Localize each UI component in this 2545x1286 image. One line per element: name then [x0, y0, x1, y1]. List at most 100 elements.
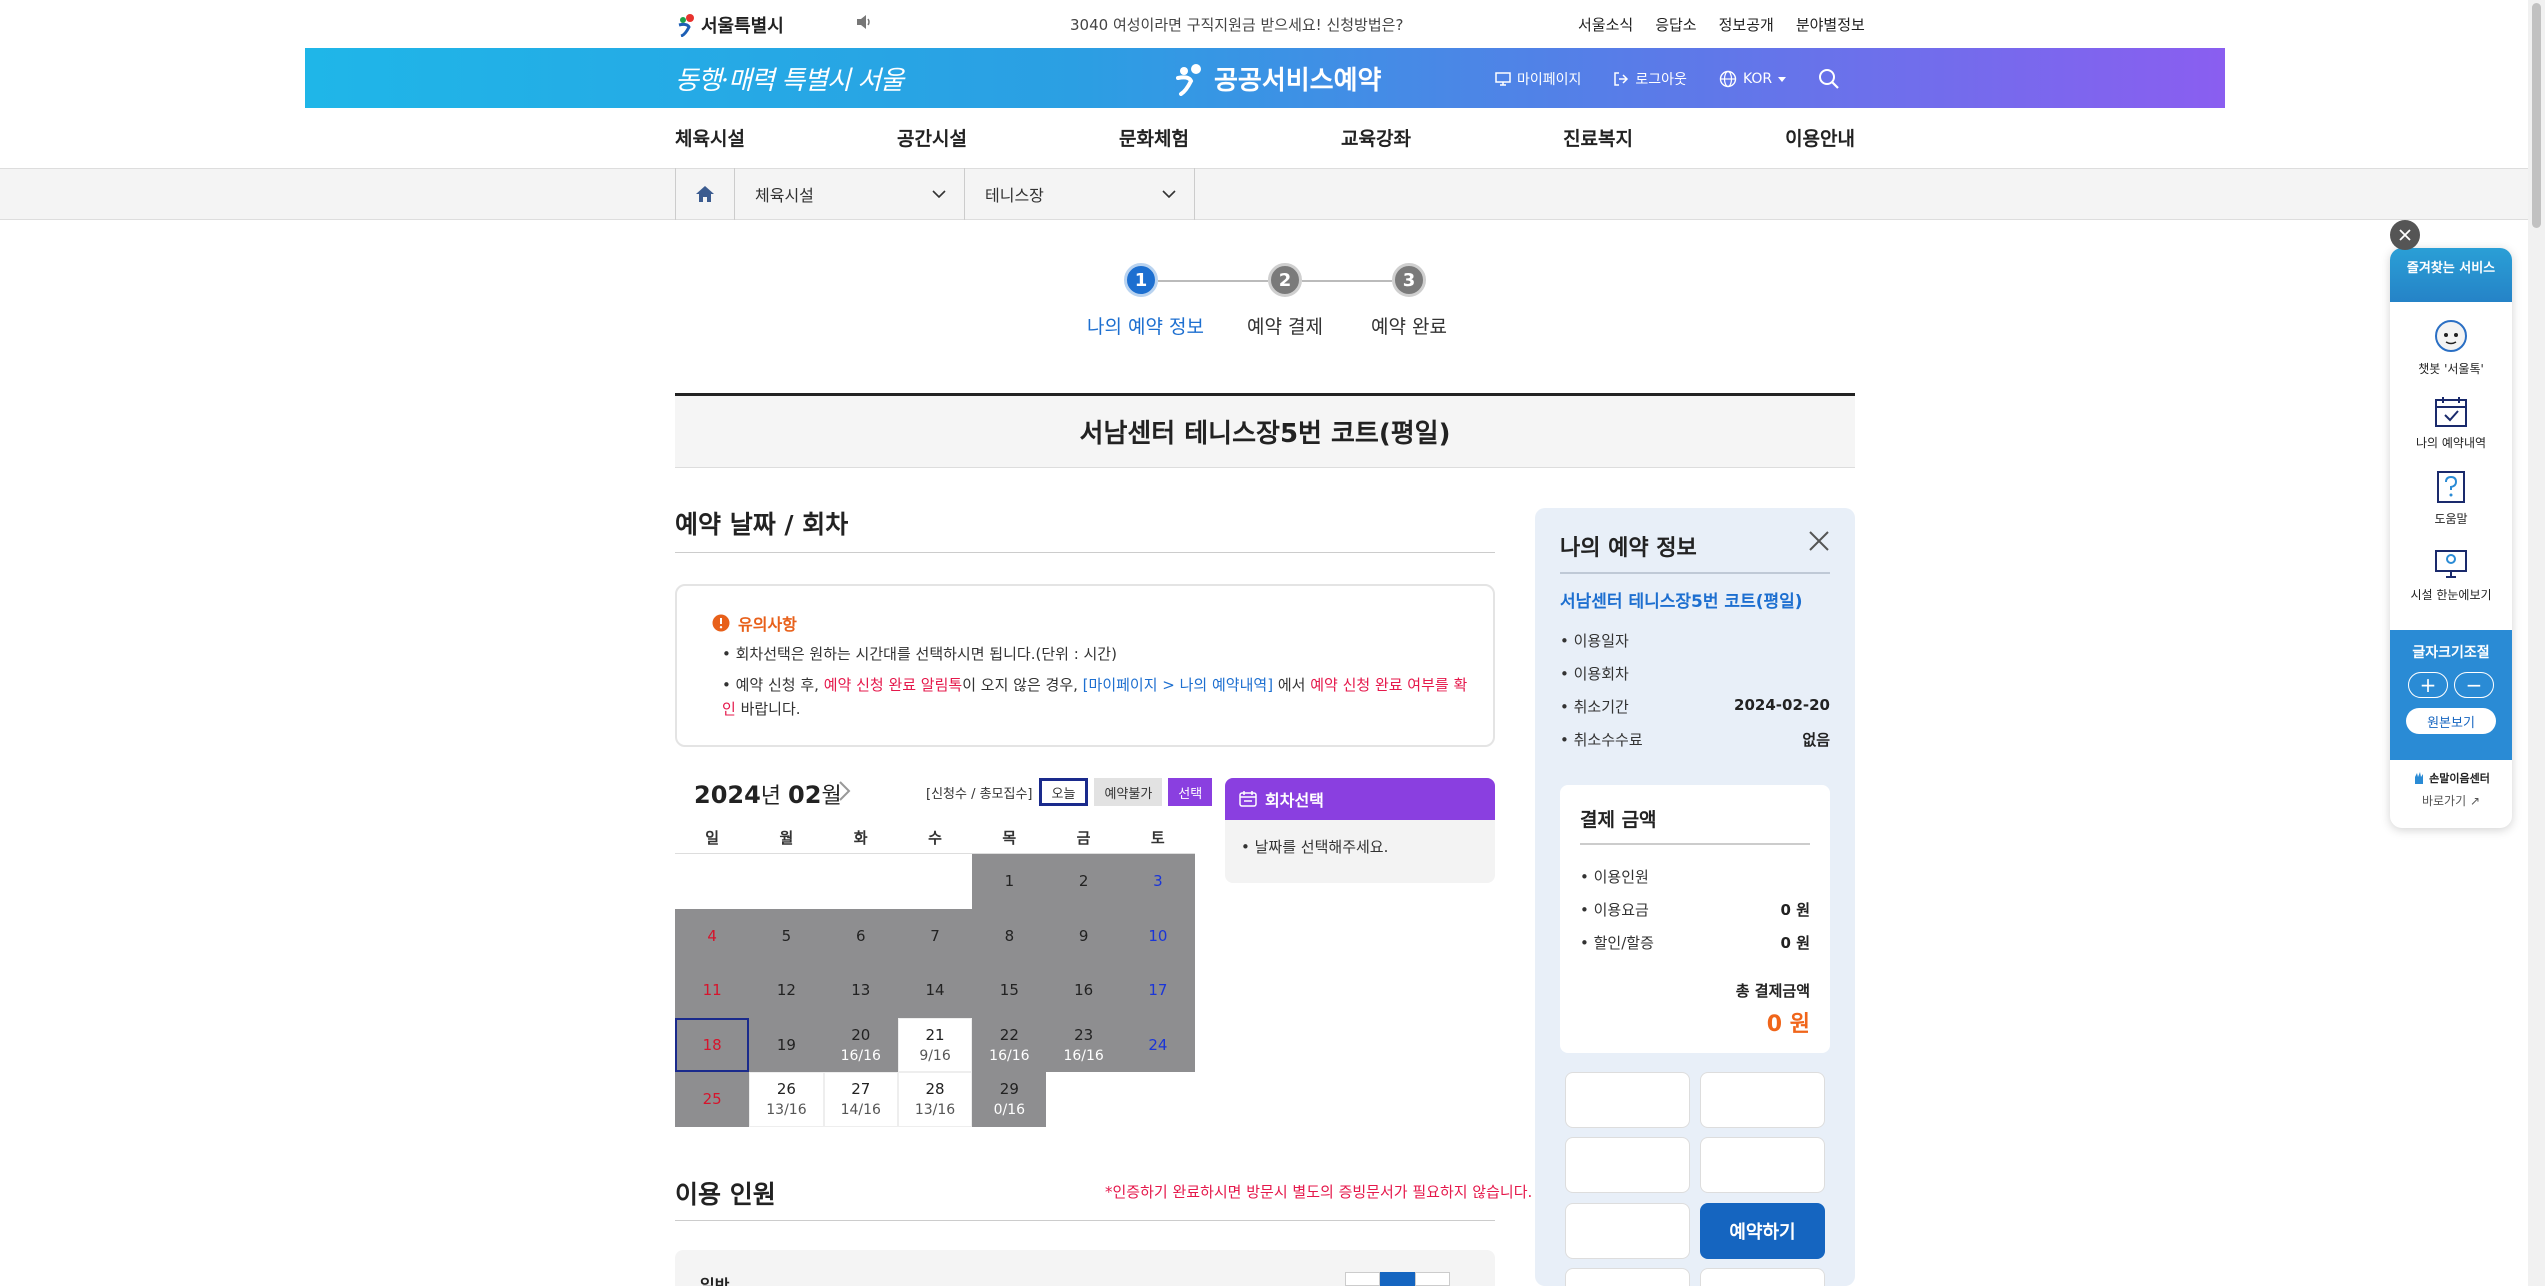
nav-culture[interactable]: 문화체험	[1119, 124, 1189, 151]
calendar-year-suffix: 년	[760, 784, 782, 809]
quick-my-reservations[interactable]: 나의 예약내역	[2390, 396, 2512, 451]
round-select-message: • 날짜를 선택해주세요.	[1241, 838, 1389, 856]
nav-space[interactable]: 공간시설	[897, 124, 967, 151]
brand-logo[interactable]: 공공서비스예약	[1172, 60, 1381, 97]
map-pin-monitor-icon	[2435, 550, 2467, 578]
seoul-logo[interactable]: 서울특별시	[675, 12, 784, 38]
quantity-value[interactable]	[1380, 1272, 1415, 1286]
panel-button[interactable]	[1565, 1203, 1690, 1259]
breadcrumb-home[interactable]	[675, 168, 735, 220]
notice-ticker[interactable]: 3040 여성이라면 구직지원금 받으세요! 신청방법은?	[1070, 14, 1403, 35]
breadcrumb-facility-select[interactable]: 테니스장	[965, 168, 1195, 220]
chevron-right-icon	[839, 781, 851, 801]
panel-button[interactable]	[1565, 1072, 1690, 1128]
panel-button[interactable]	[1565, 1137, 1690, 1193]
increment-button[interactable]	[1415, 1272, 1450, 1286]
nav-guide[interactable]: 이용안내	[1785, 124, 1855, 151]
info-value: 없음	[1802, 731, 1830, 749]
speaker-icon[interactable]	[855, 14, 873, 30]
calendar-day-number: 3	[1153, 872, 1163, 891]
quick-sign-language-center[interactable]: 손말이음센터 바로가기 ↗	[2390, 770, 2512, 809]
quick-chatbot-label: 챗봇 '서울톡'	[2418, 362, 2484, 376]
calendar-day[interactable]: 27 14/16	[823, 1072, 898, 1127]
font-increase-button[interactable]: +	[2408, 672, 2448, 698]
util-link-response[interactable]: 응답소	[1655, 14, 1696, 35]
util-link-disclosure[interactable]: 정보공개	[1719, 14, 1774, 35]
next-month-button[interactable]	[838, 780, 852, 802]
calendar-day-number: 4	[707, 926, 717, 945]
logout-link[interactable]: 로그아웃	[1613, 69, 1687, 89]
quick-chatbot[interactable]: 챗봇 '서울톡'	[2390, 318, 2512, 377]
calendar-day-count: 16/16	[840, 1047, 881, 1064]
weekday-sat: 토	[1150, 829, 1165, 847]
quick-facility-overview[interactable]: 시설 한눈에보기	[2390, 548, 2512, 603]
calendar-day: 1	[972, 854, 1047, 909]
calendar-day-number: 22	[999, 1025, 1019, 1044]
panel-close-button[interactable]	[1808, 530, 1830, 552]
info-value: 2024-02-20	[1734, 696, 1830, 714]
panel-button[interactable]	[1700, 1137, 1825, 1193]
step-1-circle: 1	[1124, 263, 1158, 297]
quick-menu-close-button[interactable]	[2390, 220, 2420, 250]
weekday-sun: 일	[705, 829, 720, 847]
calendar-day: 19	[749, 1017, 824, 1072]
scrollbar-thumb[interactable]	[2532, 3, 2541, 228]
calendar-icon	[1239, 791, 1257, 807]
breadcrumb-category-select[interactable]: 체육시설	[735, 168, 965, 220]
close-icon	[2399, 229, 2411, 241]
calendar-day: 20 16/16	[823, 1017, 898, 1072]
quick-facility-overview-label: 시설 한눈에보기	[2410, 588, 2492, 602]
nav-sports[interactable]: 체육시설	[675, 124, 745, 151]
quantity-stepper[interactable]	[1345, 1272, 1450, 1286]
calendar-day: 8	[972, 908, 1047, 963]
calendar-day[interactable]: 28 13/16	[897, 1072, 973, 1127]
calendar-day-count: 9/16	[919, 1047, 951, 1064]
caution-mypage-link[interactable]: [마이페이지 > 나의 예약내역]	[1083, 676, 1273, 694]
font-size-title: 글자크기조절	[2412, 645, 2490, 661]
calendar-day: 15	[972, 963, 1047, 1018]
step-2-label: 예약 결제	[1247, 316, 1323, 338]
calendar-day: 16	[1046, 963, 1121, 1018]
font-decrease-button[interactable]: −	[2454, 672, 2494, 698]
caution-line-2: • 예약 신청 후, 예약 신청 완료 알림톡이 오지 않은 경우, [마이페이…	[722, 676, 1468, 718]
panel-button[interactable]	[1700, 1268, 1825, 1286]
mypage-label: 마이페이지	[1517, 72, 1582, 88]
calendar-day-count: 13/16	[766, 1102, 807, 1119]
util-link-fields[interactable]: 분야별정보	[1796, 14, 1865, 35]
panel-facility-name: 서남센터 테니스장5번 코트(평일)	[1560, 592, 1803, 612]
decrement-button[interactable]	[1345, 1272, 1380, 1286]
people-row-label: 일반	[700, 1276, 730, 1286]
globe-icon	[1719, 70, 1737, 88]
total-amount-label: 총 결제금액	[1735, 982, 1810, 1000]
search-button[interactable]	[1818, 68, 1840, 90]
font-reset-button[interactable]: 원본보기	[2406, 708, 2496, 734]
quick-go-link[interactable]: 바로가기 ↗	[2422, 792, 2480, 809]
util-link-news[interactable]: 서울소식	[1578, 14, 1633, 35]
language-select[interactable]: KOR	[1719, 70, 1787, 88]
nav-medical[interactable]: 진료복지	[1563, 124, 1633, 151]
panel-button[interactable]	[1565, 1268, 1690, 1286]
calendar-day[interactable]: 21 9/16	[897, 1017, 973, 1072]
payment-title: 결제 금액	[1580, 809, 1657, 831]
calendar-empty-cell	[675, 854, 749, 909]
calendar-year: 2024	[694, 781, 761, 809]
brand-icon	[1176, 63, 1201, 96]
mypage-link[interactable]: 마이페이지	[1495, 69, 1581, 89]
step-2-circle: 2	[1268, 263, 1302, 297]
chatbot-icon	[2435, 320, 2467, 352]
calendar-check-icon	[2435, 397, 2467, 427]
reserve-button[interactable]: 예약하기	[1700, 1203, 1825, 1259]
nav-education[interactable]: 교육강좌	[1341, 124, 1411, 151]
calendar-day-number: 29	[999, 1080, 1019, 1099]
slogan[interactable]: 동행·매력 특별시 서울	[675, 60, 904, 97]
calendar-empty-cell	[749, 854, 823, 909]
hand-icon	[2415, 772, 2424, 784]
brand-text: 공공서비스예약	[1214, 66, 1382, 96]
panel-title: 나의 예약 정보	[1560, 536, 1697, 561]
info-row-cancel-fee: • 취소수수료 없음	[1560, 731, 1830, 749]
calendar-day: 11	[675, 963, 750, 1018]
pay-value: 0 원	[1780, 934, 1810, 952]
panel-button[interactable]	[1700, 1072, 1825, 1128]
quick-help[interactable]: 도움말	[2390, 470, 2512, 527]
calendar-day[interactable]: 26 13/16	[749, 1072, 824, 1127]
